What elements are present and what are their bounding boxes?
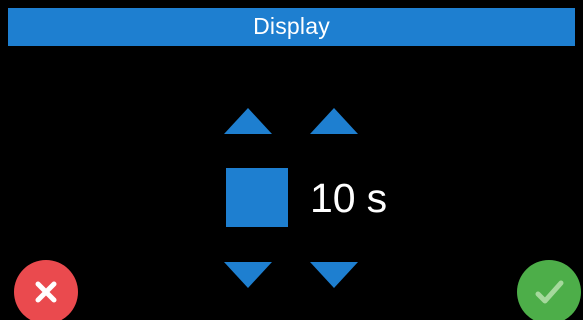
timeout-value: 10 s: [310, 174, 387, 222]
checkmark-icon: [535, 280, 564, 304]
increase-right-button[interactable]: [310, 108, 358, 134]
display-settings-screen: Display 10 s: [0, 0, 583, 320]
title-bar: Display: [8, 8, 575, 46]
increase-left-button[interactable]: [224, 108, 272, 134]
decrease-left-button[interactable]: [224, 262, 272, 288]
confirm-button[interactable]: [517, 260, 581, 320]
timeout-number: 10: [310, 174, 356, 221]
decrease-right-button[interactable]: [310, 262, 358, 288]
display-preview-square[interactable]: [226, 168, 288, 227]
cancel-button[interactable]: [14, 260, 78, 320]
timeout-unit: s: [366, 174, 388, 221]
close-icon: [35, 281, 57, 303]
page-title: Display: [253, 12, 330, 39]
